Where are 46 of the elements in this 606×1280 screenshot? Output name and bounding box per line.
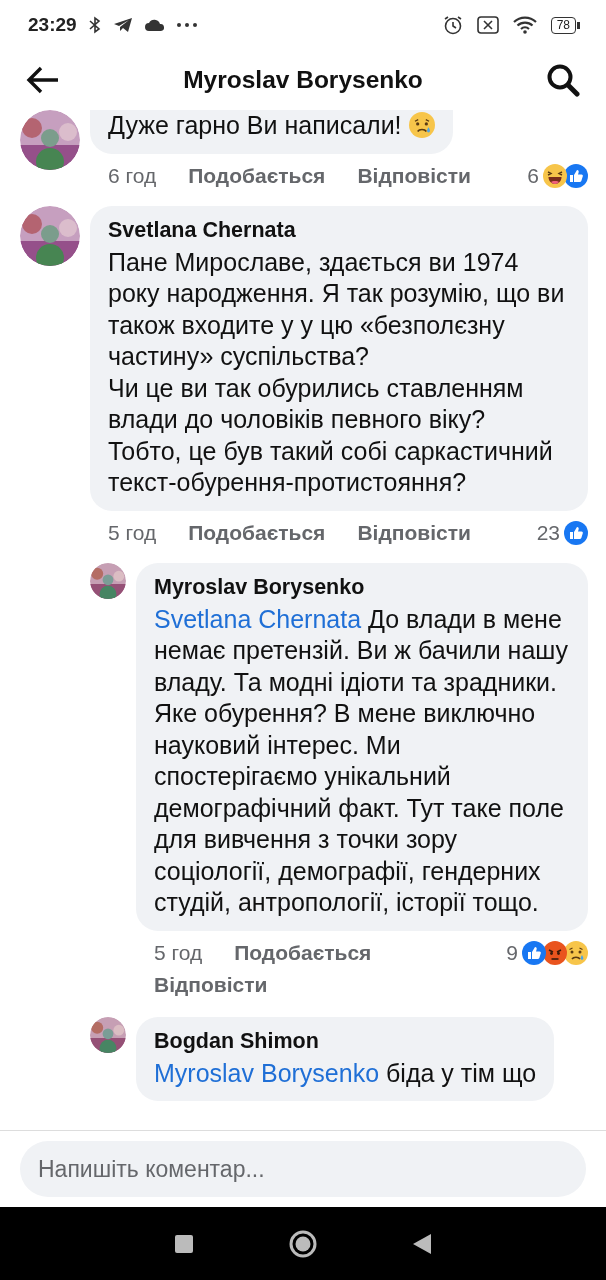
battery-level: 78 (550, 16, 576, 34)
comment-time: 6 год (108, 163, 157, 188)
comment-author: Bogdan Shimon (154, 1028, 320, 1054)
wifi-icon (512, 16, 537, 34)
clock-time: 23:29 (28, 14, 77, 36)
like-link[interactable]: Подобається (234, 940, 372, 965)
page-title: Myroslav Borysenko (182, 66, 424, 94)
laughing-emoji-icon (543, 163, 567, 188)
back-button[interactable] (26, 66, 60, 94)
like-link[interactable]: Подобається (188, 163, 326, 188)
reaction-count: 23 (536, 520, 560, 545)
sim-off-icon (476, 16, 499, 34)
crying-emoji-icon (564, 940, 588, 965)
mention-link[interactable]: Svetlana Chernata (154, 604, 362, 633)
reaction-count: 9 (506, 940, 518, 965)
comment-author: Myroslav Borysenko (154, 574, 366, 600)
recent-apps-icon[interactable] (175, 1234, 193, 1253)
comment-input-field[interactable]: Напишіть коментар... (20, 1141, 586, 1197)
like-link[interactable]: Подобається (188, 520, 326, 545)
reply-link[interactable]: Відповісти (357, 163, 471, 188)
mention-link[interactable]: Myroslav Borysenko (154, 1058, 380, 1087)
comment-text: Myroslav Borysenko біда у тім що (154, 1057, 537, 1089)
more-icon (176, 23, 197, 27)
reply-link[interactable]: Відповісти (154, 972, 268, 997)
reaction-count: 6 (527, 163, 539, 188)
search-button[interactable] (546, 63, 580, 97)
angry-emoji-icon (543, 940, 567, 965)
bluetooth-icon (88, 16, 101, 34)
paper-plane-icon (112, 17, 133, 33)
like-reaction-icon (522, 940, 546, 965)
cloud-icon (144, 19, 165, 31)
comment-time: 5 год (108, 520, 157, 545)
like-reaction-icon (564, 163, 588, 188)
reply-link[interactable]: Відповісти (357, 520, 471, 545)
comment-time: 5 год (154, 940, 203, 965)
home-icon[interactable] (289, 1229, 317, 1258)
battery-tip-icon (577, 21, 580, 29)
comment-text: Дуже гарно Ви написали! (108, 110, 435, 142)
comment-text: Svetlana Chernata До влади в мене немає претензій. Ви ж бачили нашу владу. Та модні ідіоти та зрадники. Яке обурення? В мене виключно науковий інтерес. Ми спостерігаємо унікальний демографічний факт. Тут таке поле для вивчення з точки зору соціології, демографії, гендерних студій, антропології, історії тощо. (154, 603, 569, 918)
comment-author: Svetlana Chernata (108, 217, 297, 243)
like-reaction-icon (564, 520, 588, 545)
alarm-clock-icon (442, 15, 463, 35)
back-arrow-icon (26, 66, 60, 94)
search-icon (546, 63, 580, 97)
back-icon[interactable] (413, 1233, 431, 1254)
comment-text: Пане Мирославе, здається ви 1974 року народження. Я так розумію, що ви також входите у у цю «безполєзну частину» суспільства? Чи це ви так обурились ставленням влади до чоловіків певного віку? Тобто, це був такий собі саркастичний текст-обурення-протистояння? (108, 246, 566, 498)
